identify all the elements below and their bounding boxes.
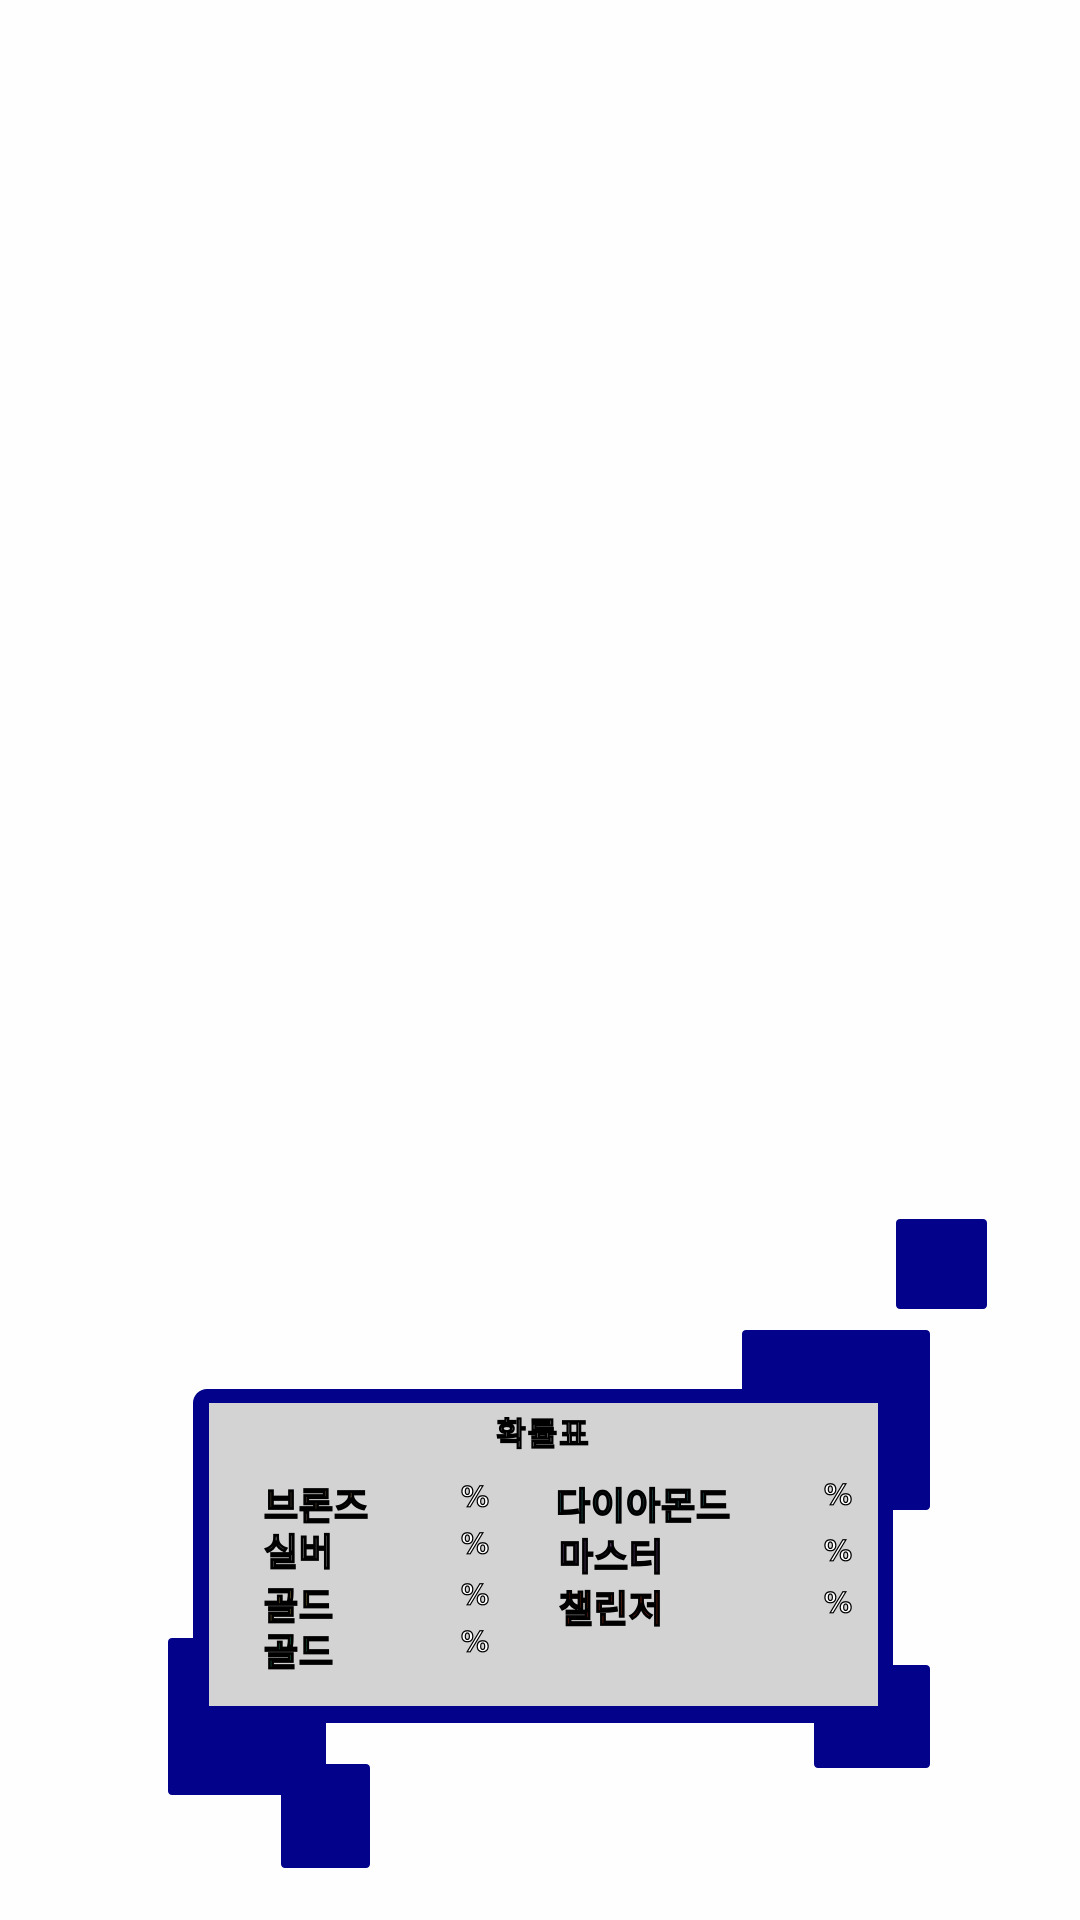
tier-label-gold-green: 골드 bbox=[263, 1630, 335, 1675]
decor-block-bottom-left bbox=[281, 1764, 370, 1868]
tier-percent-gold: % bbox=[460, 1577, 489, 1611]
tier-percent-silver: % bbox=[460, 1526, 489, 1560]
tier-percent-challenger: % bbox=[823, 1585, 852, 1619]
tier-percent-bronze: % bbox=[460, 1479, 489, 1513]
probability-table-panel: 확률표 브론즈 % 실버 % 골드 % 골드 % 다이아몬드 % 마스터 % 챌… bbox=[209, 1403, 878, 1706]
probability-table-title: 확률표 bbox=[496, 1414, 591, 1453]
tier-label-silver: 실버 bbox=[263, 1530, 335, 1575]
tier-percent-gold-green: % bbox=[460, 1624, 489, 1658]
decor-block-top-right bbox=[896, 1219, 987, 1309]
tier-percent-master: % bbox=[823, 1533, 852, 1567]
tier-label-diamond: 다이아몬드 bbox=[555, 1484, 732, 1529]
tier-percent-diamond: % bbox=[823, 1477, 852, 1511]
tier-label-master: 마스터 bbox=[558, 1535, 665, 1580]
tier-label-challenger: 챌린저 bbox=[558, 1587, 665, 1632]
